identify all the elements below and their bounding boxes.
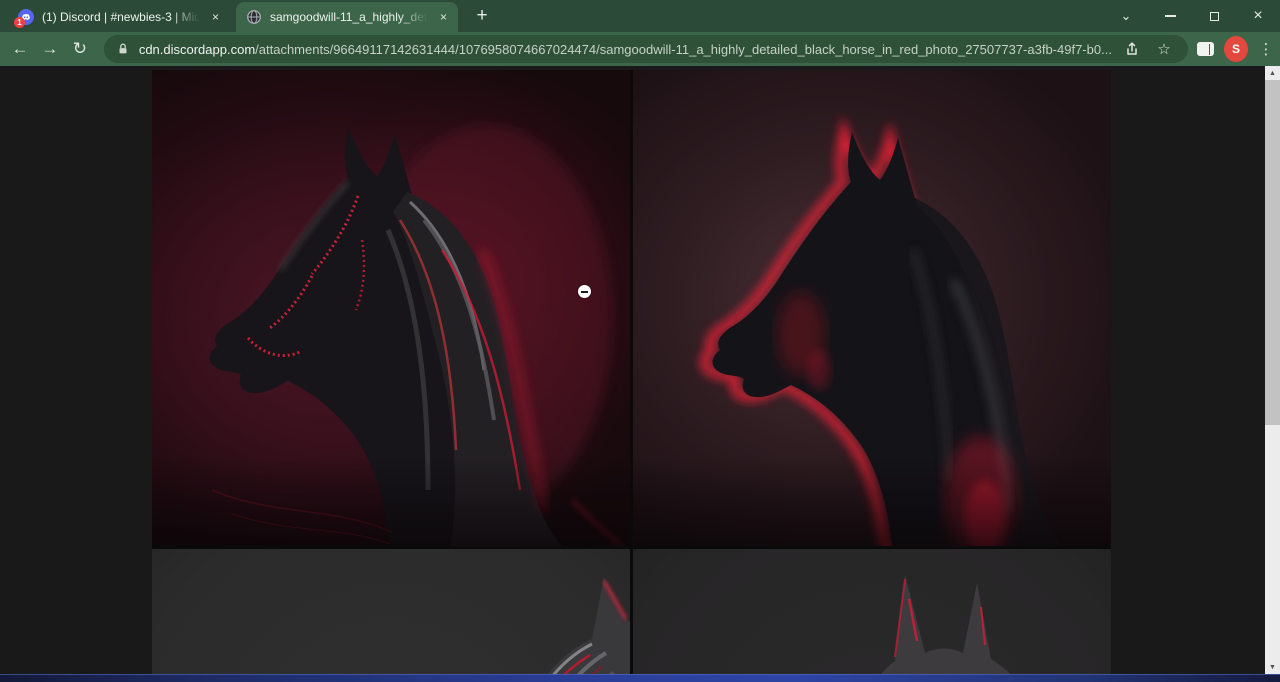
- attachment-image[interactable]: [152, 70, 1111, 682]
- image-quadrant-4: [633, 549, 1111, 682]
- horse-illustration: [152, 549, 630, 682]
- scroll-down-button[interactable]: ▼: [1265, 660, 1280, 674]
- close-button[interactable]: ×: [1236, 0, 1280, 32]
- tab-discord[interactable]: 1 (1) Discord | #newbies-3 | Midjou ×: [8, 2, 230, 32]
- tab-image-attachment[interactable]: samgoodwill-11_a_highly_detaile ×: [236, 2, 458, 32]
- url-path: /attachments/96649117142631444/107695807…: [255, 42, 1112, 57]
- forward-button[interactable]: →: [36, 34, 64, 64]
- scroll-up-button[interactable]: ▲: [1265, 66, 1280, 80]
- vertical-scrollbar[interactable]: ▲ ▼: [1265, 66, 1280, 674]
- minimize-icon: [1165, 15, 1176, 17]
- tab-title: (1) Discord | #newbies-3 | Midjou: [42, 10, 203, 24]
- notification-badge: 1: [14, 17, 25, 28]
- browser-window: 1 (1) Discord | #newbies-3 | Midjou × sa…: [0, 0, 1280, 682]
- globe-favicon-icon: [246, 9, 262, 25]
- share-button[interactable]: [1120, 37, 1144, 61]
- share-icon: [1124, 41, 1140, 57]
- image-quadrant-1: [152, 70, 630, 546]
- maximize-button[interactable]: [1192, 0, 1236, 32]
- zoom-out-cursor-icon: [578, 285, 591, 298]
- tab-search-button[interactable]: ⌄: [1104, 0, 1148, 32]
- avatar[interactable]: S: [1224, 36, 1248, 62]
- image-quadrant-3: [152, 549, 630, 682]
- address-bar[interactable]: cdn.discordapp.com /attachments/96649117…: [104, 35, 1188, 63]
- page-content: ▲ ▼: [0, 66, 1280, 682]
- url-domain: cdn.discordapp.com: [139, 42, 255, 57]
- image-quadrant-2: [633, 70, 1111, 546]
- navigation-toolbar: ← → ↻ cdn.discordapp.com /attachments/96…: [0, 32, 1280, 66]
- tab-close-icon[interactable]: ×: [207, 9, 224, 26]
- new-tab-button[interactable]: +: [468, 2, 496, 30]
- horse-illustration: [152, 70, 630, 546]
- horse-illustration: [633, 70, 1111, 546]
- scrollbar-thumb[interactable]: [1265, 80, 1280, 425]
- minimize-button[interactable]: [1148, 0, 1192, 32]
- discord-favicon-icon: 1: [18, 9, 34, 25]
- tab-close-icon[interactable]: ×: [435, 9, 452, 26]
- tab-title: samgoodwill-11_a_highly_detaile: [270, 10, 431, 24]
- reload-button[interactable]: ↻: [66, 34, 94, 64]
- horse-illustration: [633, 549, 1111, 682]
- back-button[interactable]: ←: [6, 34, 34, 64]
- lock-icon: [116, 42, 130, 56]
- side-panel-icon: [1197, 42, 1214, 56]
- window-controls: ⌄ ×: [1104, 0, 1280, 32]
- menu-kebab-icon[interactable]: ⋮: [1252, 34, 1280, 64]
- bookmark-star-icon[interactable]: ☆: [1152, 37, 1176, 61]
- restore-icon: [1210, 12, 1219, 21]
- tab-strip: 1 (1) Discord | #newbies-3 | Midjou × sa…: [0, 0, 1280, 32]
- side-panel-button[interactable]: [1192, 34, 1220, 64]
- taskbar-edge: [0, 674, 1280, 682]
